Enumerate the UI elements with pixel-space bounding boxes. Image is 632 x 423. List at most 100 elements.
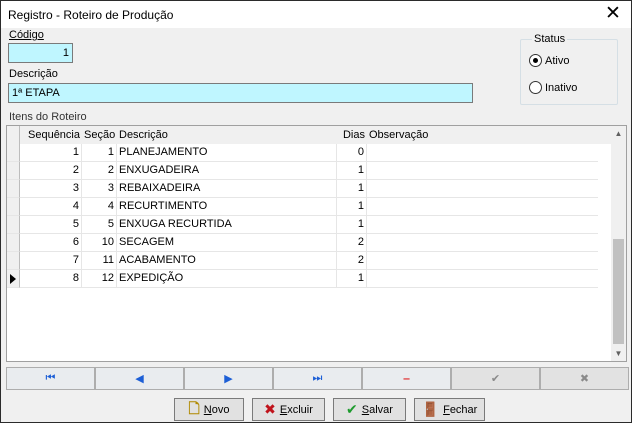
scroll-thumb[interactable] bbox=[613, 239, 624, 344]
nav-prior-button[interactable]: ◀ bbox=[95, 367, 184, 390]
table-row[interactable]: 5 5 ENXUGA RECURTIDA 1 bbox=[7, 216, 612, 234]
close-icon[interactable]: ✕ bbox=[603, 4, 623, 24]
cell-dias[interactable]: 1 bbox=[337, 162, 367, 180]
radio-ativo-label: Ativo bbox=[545, 54, 570, 67]
cell-sequencia[interactable]: 7 bbox=[20, 252, 82, 270]
excluir-label: Excluir bbox=[279, 403, 313, 416]
cell-dias[interactable]: 1 bbox=[337, 198, 367, 216]
cell-secao[interactable]: 4 bbox=[82, 198, 117, 216]
cell-sequencia[interactable]: 1 bbox=[20, 144, 82, 162]
current-row-indicator bbox=[7, 270, 20, 288]
cell-secao[interactable]: 12 bbox=[82, 270, 117, 288]
title-bar: Registro - Roteiro de Produção ✕ bbox=[1, 1, 631, 28]
next-record-icon: ▶ bbox=[224, 373, 233, 385]
cell-descricao[interactable]: RECURTIMENTO bbox=[117, 198, 337, 216]
radio-selected-icon bbox=[529, 54, 542, 67]
cell-dias[interactable]: 1 bbox=[337, 216, 367, 234]
check-icon: ✔ bbox=[346, 401, 358, 417]
cell-secao[interactable]: 2 bbox=[82, 162, 117, 180]
row-indicator bbox=[7, 252, 20, 270]
status-radio-inativo[interactable]: Inativo bbox=[529, 81, 577, 94]
row-indicator bbox=[7, 180, 20, 198]
row-pointer-icon bbox=[10, 274, 16, 284]
header-observacao[interactable]: Observação bbox=[367, 126, 598, 144]
table-row[interactable]: 1 1 PLANEJAMENTO 0 bbox=[7, 144, 612, 162]
cell-secao[interactable]: 11 bbox=[82, 252, 117, 270]
cell-sequencia[interactable]: 2 bbox=[20, 162, 82, 180]
table-row[interactable]: 2 2 ENXUGADEIRA 1 bbox=[7, 162, 612, 180]
table-row[interactable]: 6 10 SECAGEM 2 bbox=[7, 234, 612, 252]
cell-observacao[interactable] bbox=[367, 234, 598, 252]
new-document-icon: 🗋 bbox=[188, 399, 200, 416]
grid-title: Itens do Roteiro bbox=[9, 111, 87, 123]
cell-sequencia[interactable]: 5 bbox=[20, 216, 82, 234]
cell-descricao[interactable]: SECAGEM bbox=[117, 234, 337, 252]
salvar-button[interactable]: ✔ Salvar bbox=[333, 398, 406, 421]
codigo-field[interactable]: 1 bbox=[8, 43, 73, 63]
cell-sequencia[interactable]: 4 bbox=[20, 198, 82, 216]
nav-delete-button[interactable]: ‒ bbox=[362, 367, 451, 390]
last-record-icon: ⏭ bbox=[312, 372, 323, 384]
cell-dias[interactable]: 2 bbox=[337, 252, 367, 270]
cell-observacao[interactable] bbox=[367, 180, 598, 198]
cell-sequencia[interactable]: 8 bbox=[20, 270, 82, 288]
header-descricao[interactable]: Descrição bbox=[117, 126, 337, 144]
table-row[interactable]: 3 3 REBAIXADEIRA 1 bbox=[7, 180, 612, 198]
cell-dias[interactable]: 1 bbox=[337, 270, 367, 288]
grid-scrollbar[interactable]: ▲ ▼ bbox=[611, 126, 626, 361]
fechar-label: Fechar bbox=[443, 403, 478, 416]
items-grid[interactable]: Sequência Seção Descrição Dias Observaçã… bbox=[6, 125, 627, 362]
table-row[interactable]: 4 4 RECURTIMENTO 1 bbox=[7, 198, 612, 216]
cell-observacao[interactable] bbox=[367, 252, 598, 270]
nav-post-button[interactable]: ✔ bbox=[451, 367, 540, 390]
cell-dias[interactable]: 0 bbox=[337, 144, 367, 162]
header-secao[interactable]: Seção bbox=[82, 126, 117, 144]
cell-observacao[interactable] bbox=[367, 162, 598, 180]
cell-descricao[interactable]: ENXUGADEIRA bbox=[117, 162, 337, 180]
descricao-field[interactable]: 1ª ETAPA bbox=[8, 83, 473, 103]
nav-last-button[interactable]: ⏭ bbox=[273, 367, 362, 390]
cell-descricao[interactable]: ENXUGA RECURTIDA bbox=[117, 216, 337, 234]
novo-button[interactable]: 🗋 Novo bbox=[174, 398, 244, 421]
table-row-current[interactable]: 8 12 EXPEDIÇÃO 1 bbox=[7, 270, 612, 288]
cell-descricao[interactable]: REBAIXADEIRA bbox=[117, 180, 337, 198]
row-indicator bbox=[7, 234, 20, 252]
radio-unselected-icon bbox=[529, 81, 542, 94]
exit-door-icon: 🚪 bbox=[421, 401, 440, 417]
nav-first-button[interactable]: ⏮ bbox=[6, 367, 95, 390]
cell-secao[interactable]: 10 bbox=[82, 234, 117, 252]
scroll-down-icon[interactable]: ▼ bbox=[611, 346, 626, 361]
cell-descricao[interactable]: EXPEDIÇÃO bbox=[117, 270, 337, 288]
cell-dias[interactable]: 2 bbox=[337, 234, 367, 252]
cell-descricao[interactable]: PLANEJAMENTO bbox=[117, 144, 337, 162]
cell-descricao[interactable]: ACABAMENTO bbox=[117, 252, 337, 270]
nav-cancel-button[interactable]: ✖ bbox=[540, 367, 629, 390]
delete-record-icon: ‒ bbox=[403, 372, 410, 385]
fechar-button[interactable]: 🚪 Fechar bbox=[414, 398, 485, 421]
status-groupbox bbox=[520, 39, 618, 105]
status-radio-ativo[interactable]: Ativo bbox=[529, 54, 569, 67]
table-row[interactable]: 7 11 ACABAMENTO 2 bbox=[7, 252, 612, 270]
cell-secao[interactable]: 5 bbox=[82, 216, 117, 234]
codigo-label: Código bbox=[9, 29, 44, 41]
cell-observacao[interactable] bbox=[367, 198, 598, 216]
cell-sequencia[interactable]: 6 bbox=[20, 234, 82, 252]
prior-record-icon: ◀ bbox=[135, 373, 144, 385]
excluir-button[interactable]: ✖ Excluir bbox=[252, 398, 325, 421]
cancel-record-icon: ✖ bbox=[579, 373, 590, 385]
cell-observacao[interactable] bbox=[367, 144, 598, 162]
nav-next-button[interactable]: ▶ bbox=[184, 367, 273, 390]
row-indicator bbox=[7, 198, 20, 216]
header-indicator-col bbox=[7, 126, 20, 144]
scroll-up-icon[interactable]: ▲ bbox=[611, 126, 626, 141]
header-sequencia[interactable]: Sequência bbox=[20, 126, 82, 144]
cell-secao[interactable]: 1 bbox=[82, 144, 117, 162]
cell-sequencia[interactable]: 3 bbox=[20, 180, 82, 198]
novo-label: Novo bbox=[203, 403, 230, 416]
codigo-label-text: Código bbox=[9, 29, 44, 41]
cell-observacao[interactable] bbox=[367, 216, 598, 234]
cell-observacao[interactable] bbox=[367, 270, 598, 288]
header-dias[interactable]: Dias bbox=[337, 126, 367, 144]
cell-dias[interactable]: 1 bbox=[337, 180, 367, 198]
cell-secao[interactable]: 3 bbox=[82, 180, 117, 198]
